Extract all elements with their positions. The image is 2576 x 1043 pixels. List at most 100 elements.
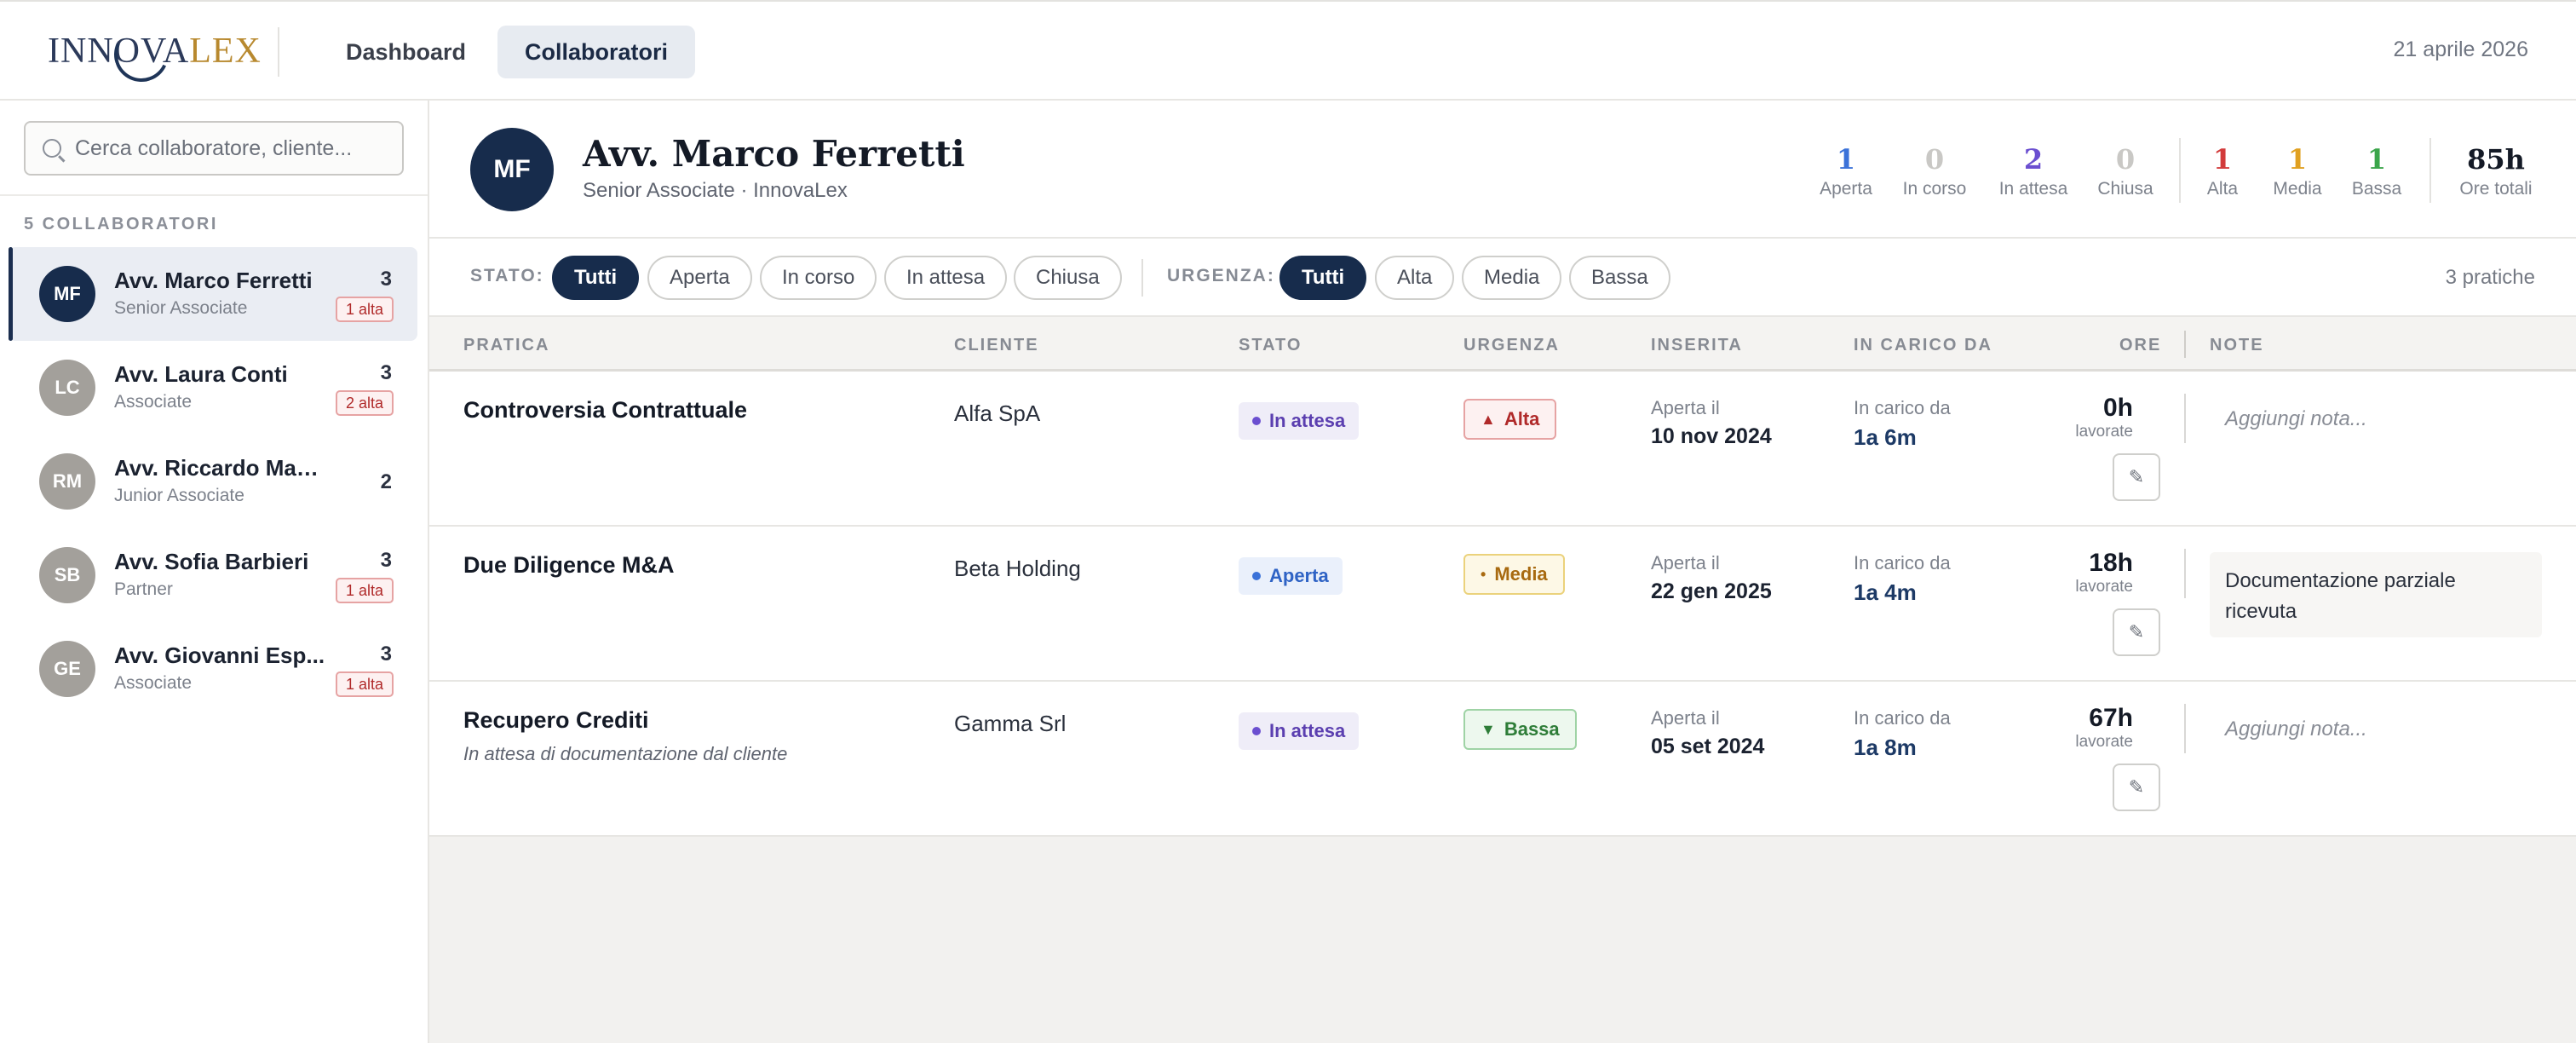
innovalex-logo[interactable]: INNOVALEX [48, 19, 262, 90]
case-count: 3 [380, 268, 392, 291]
stat-media: 1 Media [2269, 143, 2326, 199]
case-client: Gamma Srl [954, 711, 1067, 736]
stat-label: In corso [1902, 179, 1967, 199]
urgency-badge: ▼ Bassa [1463, 709, 1577, 750]
column-header-ore[interactable]: ORE [2119, 336, 2161, 355]
inserted-label: Aperta il [1651, 397, 1720, 418]
stat-value: 85h [2467, 143, 2525, 176]
profile-avatar: MF [470, 128, 554, 211]
collaborator-role: Junior Associate [114, 486, 244, 505]
sidebar: Cerca collaboratore, cliente... 5 COLLAB… [0, 101, 429, 1043]
column-header-note: NOTE [2210, 336, 2264, 354]
collaborator-count: 5 COLLABORATORI [24, 215, 218, 233]
filter-stato-aperta[interactable]: Aperta [647, 256, 752, 300]
table-row[interactable]: Due Diligence M&A Beta Holding Aperta • M… [429, 527, 2576, 682]
case-title: Controversia Contrattuale [463, 397, 748, 423]
status-dot-icon [1252, 572, 1261, 580]
stat-value: 1 [2287, 143, 2308, 176]
urgency-badge: 2 alta [335, 390, 394, 416]
column-header-stato[interactable]: STATO [1239, 336, 1302, 355]
search-placeholder: Cerca collaboratore, cliente... [75, 135, 353, 160]
in-charge-duration: 1a 8m [1854, 735, 1917, 760]
stat-in-corso: 0 In corso [1900, 143, 1969, 199]
urgency-badge: 1 alta [335, 297, 394, 322]
stat-value: 0 [1924, 143, 1945, 176]
case-client: Alfa SpA [954, 400, 1041, 426]
urgency-badge: 1 alta [335, 578, 394, 603]
divider [278, 27, 279, 77]
note-input[interactable]: Aggiungi nota... [2225, 717, 2367, 741]
filter-stato-in-corso[interactable]: In corso [760, 256, 877, 300]
profile-header: MF Avv. Marco Ferretti Senior Associate … [429, 101, 2576, 239]
table-row[interactable]: Controversia Contrattuale Alfa SpA In at… [429, 372, 2576, 527]
edit-hours-button[interactable]: ✎ [2113, 764, 2160, 811]
divider [2184, 331, 2186, 358]
collaborator-name: Avv. Giovanni Esp... [114, 643, 325, 668]
collaborator-item[interactable]: GE Avv. Giovanni Esp... Associate 3 1 al… [9, 622, 417, 716]
avatar: SB [39, 547, 95, 603]
hours-value: 18h [2089, 549, 2133, 577]
hours-worked: 18h lavorate [2075, 549, 2133, 596]
case-title: Recupero Crediti [463, 707, 649, 733]
note-text[interactable]: Documentazione parziale ricevuta [2210, 552, 2542, 637]
collaborator-item[interactable]: RM Avv. Riccardo Mancini Junior Associat… [9, 435, 417, 528]
divider [2429, 138, 2431, 203]
case-count: 3 [380, 643, 392, 666]
case-count: 3 [380, 361, 392, 384]
in-charge-duration: 1a 4m [1854, 579, 1917, 605]
collaborator-name: Avv. Marco Ferretti [114, 268, 313, 293]
case-count: 3 [380, 549, 392, 572]
nav-dashboard[interactable]: Dashboard [319, 26, 493, 78]
in-charge-label: In carico da [1854, 707, 1951, 729]
filter-stato-in-attesa[interactable]: In attesa [884, 256, 1008, 300]
column-header-cliente[interactable]: CLIENTE [954, 336, 1039, 355]
collaborator-item[interactable]: SB Avv. Sofia Barbieri Partner 3 1 alta [9, 528, 417, 622]
column-header-in-carico-da[interactable]: IN CARICO DA [1854, 336, 1992, 355]
collaborator-role: Senior Associate [114, 298, 248, 318]
filter-urgenza-bassa[interactable]: Bassa [1569, 256, 1670, 300]
case-subtitle: In attesa di documentazione dal cliente [463, 743, 788, 764]
filter-stato-tutti[interactable]: Tutti [552, 256, 640, 300]
column-header-urgenza[interactable]: URGENZA [1463, 336, 1560, 355]
avatar: GE [39, 641, 95, 697]
arrow-down-icon: ▼ [1481, 720, 1496, 738]
collaborator-item[interactable]: MF Avv. Marco Ferretti Senior Associate … [9, 247, 417, 341]
filter-stato-chiusa[interactable]: Chiusa [1014, 256, 1122, 300]
stat-value: 2 [2023, 143, 2044, 176]
hours-worked: 67h lavorate [2075, 704, 2133, 752]
table-row[interactable]: Recupero Crediti In attesa di documentaz… [429, 682, 2576, 837]
search-input[interactable]: Cerca collaboratore, cliente... [24, 121, 404, 176]
divider [2184, 549, 2186, 598]
hours-value: 67h [2089, 704, 2133, 732]
collaborator-item[interactable]: LC Avv. Laura Conti Associate 3 2 alta [9, 341, 417, 435]
filter-urgenza-alta[interactable]: Alta [1375, 256, 1455, 300]
stat-label: In attesa [1998, 179, 2068, 199]
divider [2184, 394, 2186, 443]
case-client: Beta Holding [954, 556, 1081, 581]
nav-collaboratori[interactable]: Collaboratori [497, 26, 696, 78]
edit-hours-button[interactable]: ✎ [2113, 608, 2160, 656]
avatar: MF [39, 266, 95, 322]
profile-role: Senior Associate · InnovaLex [583, 179, 848, 202]
note-input[interactable]: Aggiungi nota... [2225, 407, 2367, 431]
inserted-date: 05 set 2024 [1651, 735, 1765, 758]
pencil-icon: ✎ [2128, 621, 2145, 643]
collaborator-role: Associate [114, 673, 193, 693]
hours-label: lavorate [2075, 578, 2133, 596]
inserted-label: Aperta il [1651, 707, 1720, 729]
filter-urgenza-tutti[interactable]: Tutti [1279, 256, 1367, 300]
hours-label: lavorate [2075, 423, 2133, 441]
stat-value: 0 [2115, 143, 2136, 176]
edit-hours-button[interactable]: ✎ [2113, 453, 2160, 501]
column-header-pratica[interactable]: PRATICA [463, 336, 549, 355]
collaborator-role: Partner [114, 579, 173, 599]
stat-label: Chiusa [2097, 179, 2153, 199]
inserted-label: Aperta il [1651, 552, 1720, 573]
collaborator-name: Avv. Riccardo Mancini [114, 455, 327, 481]
divider [2184, 704, 2186, 753]
dot-icon: • [1481, 565, 1486, 583]
column-header-inserita[interactable]: INSERITA [1651, 336, 1743, 355]
filter-urgenza-media[interactable]: Media [1462, 256, 1562, 300]
divider [1141, 259, 1143, 297]
table-header: PRATICA CLIENTE STATO URGENZA INSERITA I… [429, 317, 2576, 372]
